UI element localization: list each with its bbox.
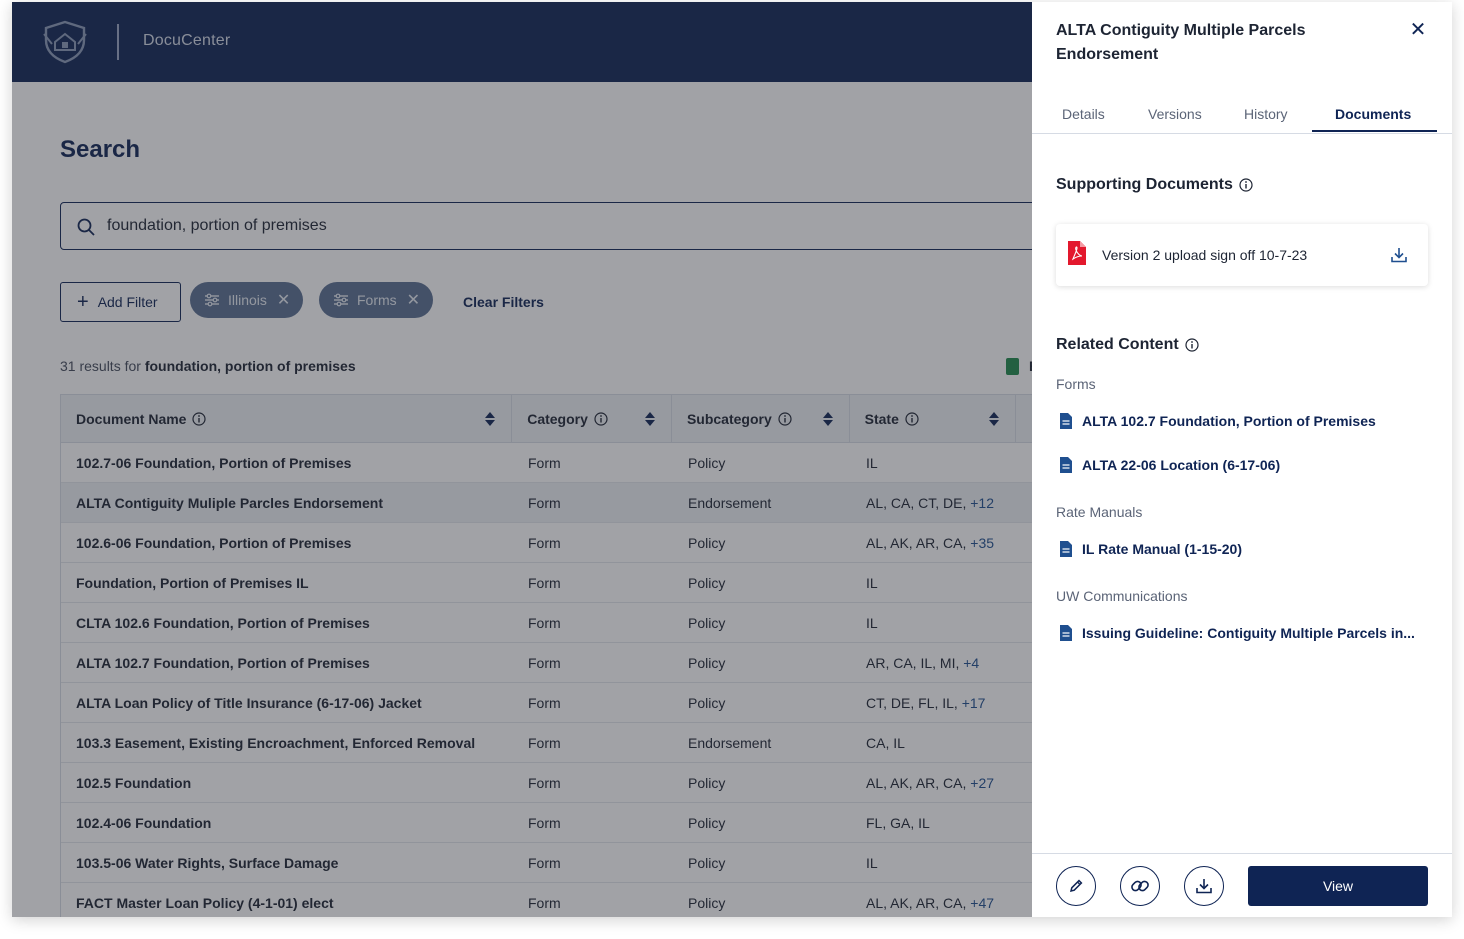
app-window: DocuCenter Search + Add Filter Illinois … bbox=[12, 2, 1452, 917]
tab-history[interactable]: History bbox=[1244, 106, 1288, 122]
document-icon bbox=[1060, 541, 1072, 557]
related-link[interactable]: ALTA 102.7 Foundation, Portion of Premis… bbox=[1060, 413, 1376, 429]
related-link-label[interactable]: Issuing Guideline: Contiguity Multiple P… bbox=[1082, 625, 1415, 641]
document-icon bbox=[1060, 413, 1072, 429]
related-link[interactable]: Issuing Guideline: Contiguity Multiple P… bbox=[1060, 625, 1415, 641]
link-icon bbox=[1131, 880, 1149, 892]
info-icon[interactable] bbox=[1239, 178, 1253, 192]
download-icon bbox=[1196, 879, 1212, 894]
info-icon[interactable] bbox=[1185, 338, 1199, 352]
panel-tabs: Details Versions History Documents bbox=[1032, 100, 1452, 134]
document-side-panel: ALTA Contiguity Multiple Parcels Endorse… bbox=[1032, 2, 1452, 917]
active-tab-indicator bbox=[1312, 130, 1437, 132]
section-title-text: Related Content bbox=[1056, 336, 1179, 353]
related-link[interactable]: ALTA 22-06 Location (6-17-06) bbox=[1060, 457, 1280, 473]
download-icon[interactable] bbox=[1390, 246, 1408, 264]
panel-footer: View bbox=[1032, 853, 1452, 917]
edit-button[interactable] bbox=[1056, 866, 1096, 906]
related-group-forms: Forms bbox=[1056, 376, 1096, 392]
related-link-label[interactable]: ALTA 22-06 Location (6-17-06) bbox=[1082, 457, 1280, 473]
related-link[interactable]: IL Rate Manual (1-15-20) bbox=[1060, 541, 1242, 557]
tab-details[interactable]: Details bbox=[1062, 106, 1105, 122]
related-group-uw-communications: UW Communications bbox=[1056, 588, 1188, 604]
pdf-file-icon bbox=[1068, 241, 1086, 265]
copy-link-button[interactable] bbox=[1120, 866, 1160, 906]
supporting-document-name[interactable]: Version 2 upload sign off 10-7-23 bbox=[1102, 247, 1307, 263]
related-link-label[interactable]: IL Rate Manual (1-15-20) bbox=[1082, 541, 1242, 557]
related-content-heading: Related Content bbox=[1056, 336, 1199, 354]
document-icon bbox=[1060, 625, 1072, 641]
modal-overlay[interactable] bbox=[12, 2, 1032, 917]
supporting-document-card[interactable]: Version 2 upload sign off 10-7-23 bbox=[1056, 224, 1428, 286]
panel-title: ALTA Contiguity Multiple Parcels Endorse… bbox=[1056, 22, 1306, 63]
section-title-text: Supporting Documents bbox=[1056, 176, 1233, 193]
document-icon bbox=[1060, 457, 1072, 473]
tab-documents[interactable]: Documents bbox=[1335, 106, 1411, 122]
tab-versions[interactable]: Versions bbox=[1148, 106, 1202, 122]
close-icon[interactable]: ✕ bbox=[1408, 20, 1428, 41]
related-link-label[interactable]: ALTA 102.7 Foundation, Portion of Premis… bbox=[1082, 413, 1376, 429]
related-group-rate-manuals: Rate Manuals bbox=[1056, 504, 1143, 520]
view-button[interactable]: View bbox=[1248, 866, 1428, 906]
supporting-documents-heading: Supporting Documents bbox=[1056, 176, 1253, 194]
pencil-icon bbox=[1069, 879, 1083, 893]
download-button[interactable] bbox=[1184, 866, 1224, 906]
